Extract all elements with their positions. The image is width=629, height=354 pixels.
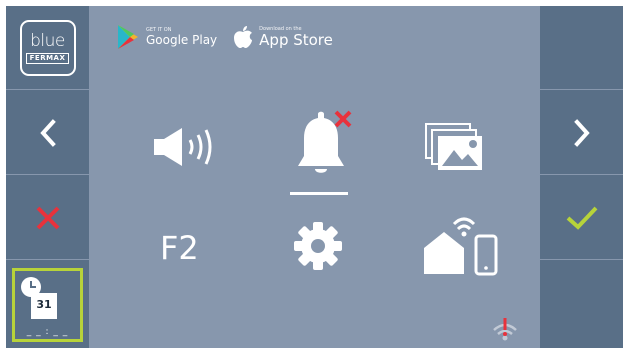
apple-icon xyxy=(234,26,253,48)
cancel-button[interactable] xyxy=(6,176,89,260)
logo-tile: blue FERMAX xyxy=(6,6,89,90)
logo-sub: FERMAX xyxy=(25,52,70,64)
selected-indicator xyxy=(290,192,348,195)
datetime-tile[interactable]: 31 _ _ : _ _ xyxy=(6,261,89,348)
datetime-widget[interactable]: 31 _ _ : _ _ xyxy=(12,267,83,342)
calendar-icon: 31 xyxy=(31,292,57,319)
left-column: blue FERMAX 31 _ _ : _ _ xyxy=(6,6,89,348)
prev-button[interactable] xyxy=(6,91,89,175)
right-bottom-tile xyxy=(540,261,623,348)
settings-gear-icon[interactable] xyxy=(292,220,344,272)
calendar-day: 31 xyxy=(36,297,52,311)
f2-button[interactable]: F2 xyxy=(160,228,220,268)
logo-word: blue xyxy=(30,30,65,51)
home-wifi-phone-icon[interactable] xyxy=(422,212,502,276)
app-store-badge[interactable]: Download on the App Store xyxy=(233,25,333,49)
blue-fermax-logo: blue FERMAX xyxy=(19,19,76,76)
chevron-left-icon xyxy=(39,118,56,147)
check-icon xyxy=(566,206,597,230)
right-column xyxy=(540,6,623,348)
app-store-label: App Store xyxy=(259,31,333,49)
intercom-screen: blue FERMAX 31 _ _ : _ _ GET IT ON Googl… xyxy=(6,6,623,348)
next-button[interactable] xyxy=(540,91,623,175)
google-play-icon xyxy=(118,25,138,49)
right-empty-tile xyxy=(540,6,623,90)
chevron-right-icon xyxy=(573,118,590,147)
time-display: _ _ : _ _ xyxy=(26,326,69,337)
google-play-badge[interactable]: GET IT ON Google Play xyxy=(116,24,217,50)
google-play-label: Google Play xyxy=(146,33,218,47)
wifi-alert-icon xyxy=(493,318,517,341)
store-badges: GET IT ON Google Play Download on the Ap… xyxy=(116,24,349,50)
google-play-small: GET IT ON xyxy=(146,27,172,33)
bell-muted-icon[interactable] xyxy=(292,108,362,180)
app-store-small: Download on the xyxy=(259,26,302,32)
gallery-icon[interactable] xyxy=(424,122,486,172)
speaker-volume-icon[interactable] xyxy=(152,124,220,170)
cross-icon xyxy=(36,206,59,229)
clock-icon xyxy=(21,276,41,297)
confirm-button[interactable] xyxy=(540,176,623,260)
